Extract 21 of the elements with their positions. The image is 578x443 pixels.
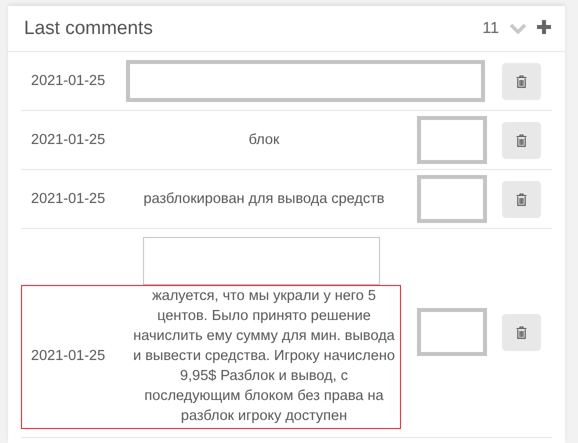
delete-button[interactable] <box>502 314 541 351</box>
delete-button[interactable] <box>502 62 541 100</box>
trash-icon <box>516 326 527 339</box>
comment-date: 2021-01-25 <box>30 132 106 148</box>
plus-icon[interactable] <box>536 18 552 34</box>
trash-icon <box>516 192 527 206</box>
comment-date: 2021-01-25 <box>30 348 106 364</box>
comment-text: блок <box>248 131 280 150</box>
comment-text: разблокирован для вывода средств <box>142 190 386 209</box>
comment-date: 2021-01-25 <box>30 191 106 207</box>
panel-title: Last comments <box>24 18 154 40</box>
trash-icon <box>516 74 527 88</box>
delete-button[interactable] <box>502 180 541 218</box>
image-frame <box>416 175 486 223</box>
image-frame <box>416 308 486 356</box>
comment-text: жалуется, что мы украли у него 5 центов. Было принято решение начислить ему сумму для мин. вывода и вывести средства. Игроку начислено 9,95$ Разблок и вывод, с последующим блоком без права на разблок игроку доступен <box>132 287 396 426</box>
trash-icon <box>516 134 527 146</box>
comment-date: 2021-01-25 <box>30 73 106 89</box>
delete-button[interactable] <box>502 122 541 158</box>
image-frame <box>416 116 486 164</box>
comment-count: 11 <box>482 20 499 38</box>
